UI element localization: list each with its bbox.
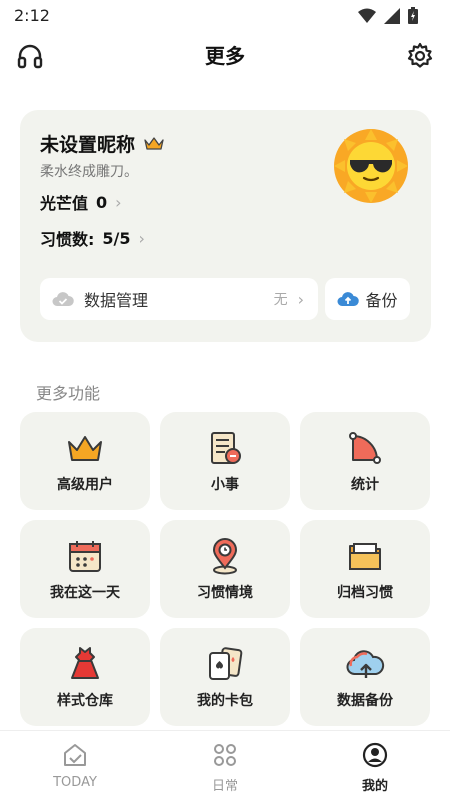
chevron-right-icon: › bbox=[115, 192, 122, 212]
nickname[interactable]: 未设置昵称 bbox=[40, 130, 135, 157]
cloud-backup-icon bbox=[346, 650, 385, 678]
nav-label: TODAY bbox=[53, 775, 97, 790]
glow-value: 0 bbox=[96, 192, 108, 212]
data-management-label: 数据管理 bbox=[84, 291, 149, 310]
tile-label: 样式仓库 bbox=[57, 693, 113, 709]
tile-small-tasks[interactable]: 小事 bbox=[160, 412, 290, 510]
glow-value-row[interactable]: 光芒值 0 › bbox=[40, 190, 122, 214]
tile-label: 我的卡包 bbox=[197, 693, 253, 709]
cards-icon bbox=[209, 647, 243, 680]
profile-card: 未设置昵称 柔水终成雕刀。 光芒值 0 › 习惯数: 5/5 › 数据管理 无 … bbox=[20, 110, 431, 342]
header: 更多 bbox=[0, 32, 450, 80]
glow-label: 光芒值 bbox=[40, 194, 89, 213]
habits-count-row[interactable]: 习惯数: 5/5 › bbox=[40, 226, 145, 250]
nav-label: 我的 bbox=[361, 779, 388, 794]
status-time: 2:12 bbox=[14, 6, 50, 25]
profile-icon bbox=[362, 742, 388, 768]
battery-icon bbox=[408, 7, 418, 24]
wifi-icon bbox=[358, 8, 376, 23]
tile-label: 高级用户 bbox=[57, 477, 113, 493]
gear-icon[interactable] bbox=[406, 42, 434, 70]
cloud-check-icon bbox=[52, 292, 74, 306]
crown-icon bbox=[68, 436, 102, 461]
sun-sunglasses-avatar[interactable] bbox=[331, 126, 411, 206]
data-management-button[interactable]: 数据管理 无 › bbox=[40, 278, 318, 320]
checklist-icon bbox=[211, 432, 241, 464]
tile-label: 我在这一天 bbox=[50, 585, 120, 601]
calendar-icon bbox=[69, 541, 101, 572]
tile-on-this-day[interactable]: 我在这一天 bbox=[20, 520, 150, 618]
tile-archived-habits[interactable]: 归档习惯 bbox=[300, 520, 430, 618]
crown-icon bbox=[144, 136, 164, 150]
data-management-value: 无 bbox=[273, 292, 288, 308]
chevron-right-icon: › bbox=[138, 228, 145, 248]
tile-label: 数据备份 bbox=[337, 693, 393, 709]
nav-item-mine[interactable]: 我的 bbox=[300, 731, 450, 800]
statistics-icon bbox=[349, 432, 381, 464]
nickname-row[interactable]: 未设置昵称 bbox=[40, 130, 165, 157]
location-pin-icon bbox=[212, 538, 238, 575]
habits-label: 习惯数: bbox=[40, 230, 95, 249]
tile-label: 习惯情境 bbox=[197, 585, 253, 601]
tile-my-cards[interactable]: 我的卡包 bbox=[160, 628, 290, 726]
nav-item-daily[interactable]: 日常 bbox=[150, 731, 300, 800]
tile-statistics[interactable]: 统计 bbox=[300, 412, 430, 510]
status-bar: 2:12 bbox=[0, 0, 450, 32]
tile-habit-context[interactable]: 习惯情境 bbox=[160, 520, 290, 618]
backup-button[interactable]: 备份 bbox=[325, 278, 410, 320]
tile-label: 统计 bbox=[351, 477, 379, 493]
cell-signal-icon bbox=[384, 7, 400, 24]
tile-data-backup[interactable]: 数据备份 bbox=[300, 628, 430, 726]
today-icon bbox=[64, 744, 86, 766]
status-icons bbox=[358, 7, 418, 24]
dress-icon bbox=[71, 647, 99, 679]
tile-premium-user[interactable]: 高级用户 bbox=[20, 412, 150, 510]
tile-label: 归档习惯 bbox=[337, 585, 393, 601]
tile-label: 小事 bbox=[211, 477, 239, 493]
chevron-right-icon: › bbox=[297, 289, 304, 309]
grid-icon bbox=[214, 744, 236, 766]
nav-item-today[interactable]: TODAY bbox=[0, 731, 150, 800]
backup-label: 备份 bbox=[365, 291, 398, 310]
habits-value: 5/5 bbox=[102, 228, 131, 248]
tile-style-store[interactable]: 样式仓库 bbox=[20, 628, 150, 726]
section-title-more-features: 更多功能 bbox=[36, 384, 101, 403]
motto: 柔水终成雕刀。 bbox=[40, 164, 138, 180]
folder-icon bbox=[349, 543, 381, 570]
page-title: 更多 bbox=[205, 44, 245, 68]
cloud-upload-icon bbox=[337, 292, 360, 306]
bottom-nav: TODAY 日常 我的 bbox=[0, 730, 450, 800]
nav-label: 日常 bbox=[211, 779, 238, 794]
